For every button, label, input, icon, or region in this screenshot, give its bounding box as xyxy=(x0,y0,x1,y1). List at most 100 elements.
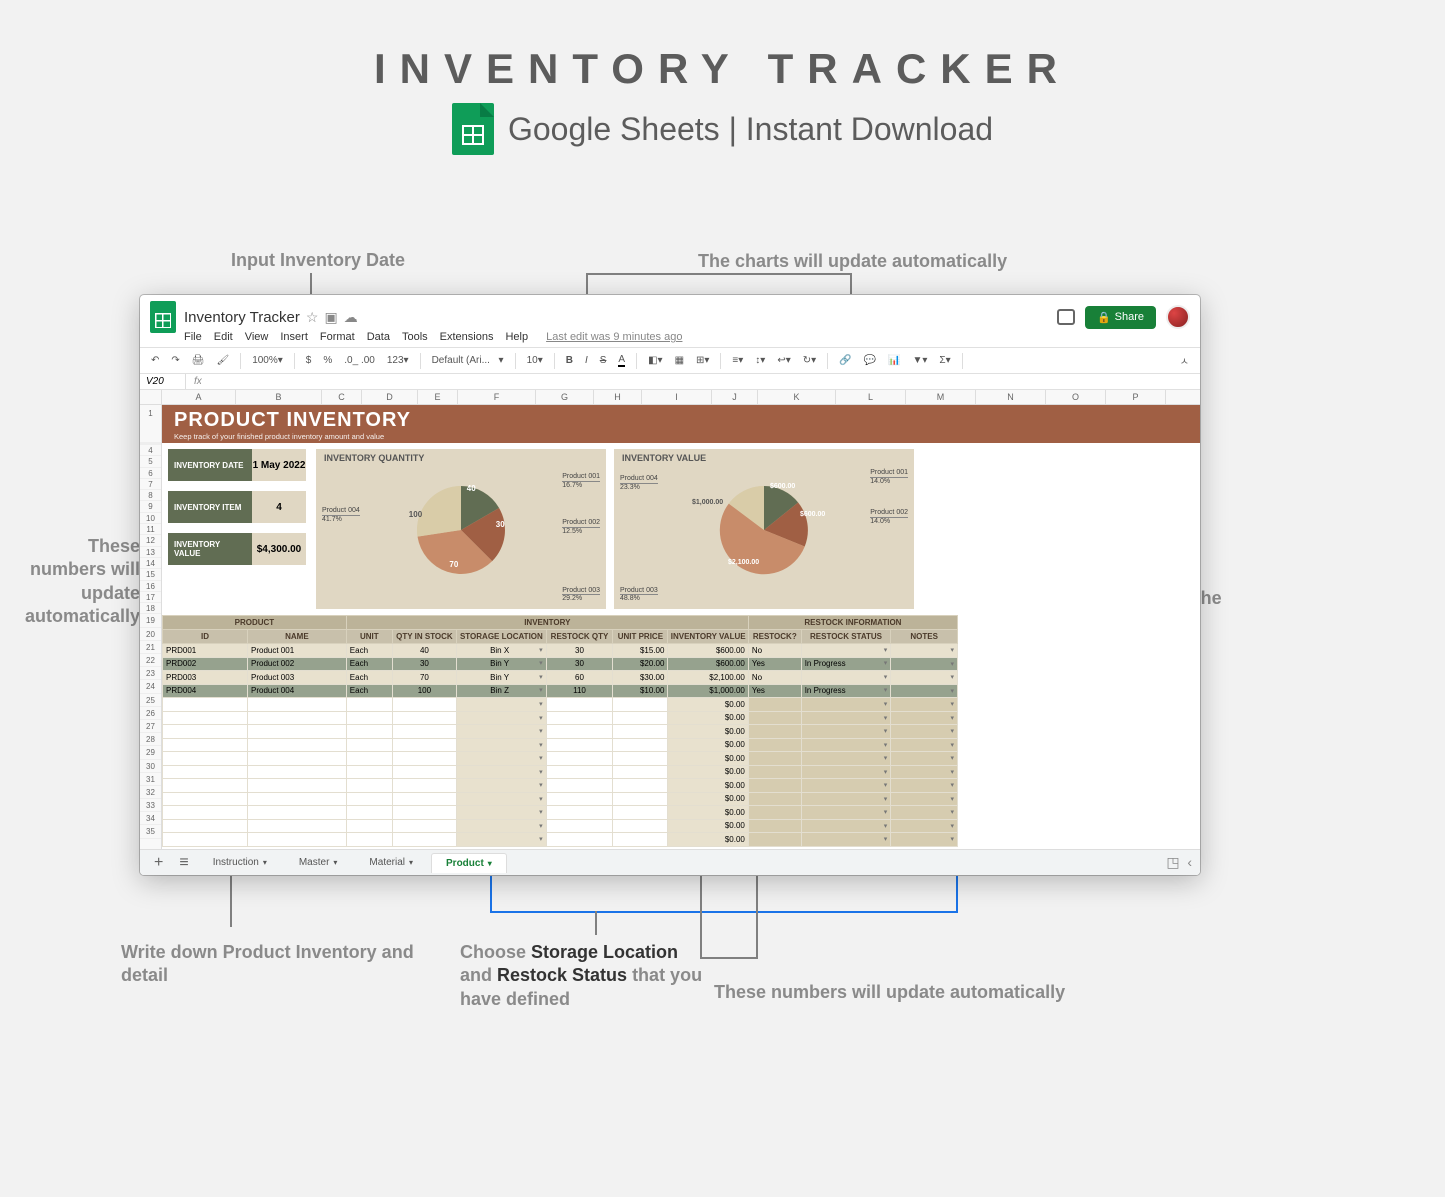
chart-inventory-value[interactable]: INVENTORY VALUE Product 00114.0% Pr xyxy=(614,449,914,609)
folder-icon[interactable]: ▣ xyxy=(324,309,337,326)
storage-location-select[interactable] xyxy=(457,765,547,779)
table-row-empty[interactable]: $0.00 xyxy=(163,738,958,752)
table-row-empty[interactable]: $0.00 xyxy=(163,779,958,793)
storage-location-select[interactable] xyxy=(457,738,547,752)
col-H[interactable]: H xyxy=(594,390,642,404)
menu-format[interactable]: Format xyxy=(320,331,355,343)
restock-status-select[interactable] xyxy=(801,765,891,779)
storage-location-select[interactable] xyxy=(457,819,547,833)
zoom-select[interactable]: 100% ▾ xyxy=(249,353,286,368)
header-cell[interactable]: RESTOCK? xyxy=(748,630,801,644)
inventory-table[interactable]: PRODUCT INVENTORY RESTOCK INFORMATION ID… xyxy=(162,615,958,847)
col-D[interactable]: D xyxy=(362,390,418,404)
document-title[interactable]: Inventory Tracker xyxy=(184,309,300,326)
col-B[interactable]: B xyxy=(236,390,322,404)
header-cell[interactable]: NOTES xyxy=(891,630,958,644)
restock-status-select[interactable] xyxy=(801,738,891,752)
comment-icon[interactable] xyxy=(1057,309,1075,325)
restock-status-select[interactable] xyxy=(801,819,891,833)
paint-format-button[interactable]: 🖌 xyxy=(213,353,232,368)
storage-location-select[interactable] xyxy=(457,792,547,806)
notes-cell[interactable] xyxy=(891,698,958,712)
menu-help[interactable]: Help xyxy=(505,331,528,343)
header-cell[interactable]: STORAGE LOCATION xyxy=(457,630,547,644)
table-row-empty[interactable]: $0.00 xyxy=(163,833,958,847)
header-cell[interactable]: RESTOCK STATUS xyxy=(801,630,891,644)
restock-status-select[interactable] xyxy=(801,725,891,739)
table-row[interactable]: PRD001Product 001Each 40 Bin X 30$15.00$… xyxy=(163,644,958,658)
col-K[interactable]: K xyxy=(758,390,836,404)
bold-button[interactable]: B xyxy=(563,353,576,368)
notes-cell[interactable] xyxy=(891,819,958,833)
collapse-toolbar-button[interactable]: ㅅ xyxy=(1177,351,1192,370)
header-cell[interactable]: ID xyxy=(163,630,248,644)
storage-location-select[interactable] xyxy=(457,711,547,725)
restock-status-select[interactable] xyxy=(801,806,891,820)
col-M[interactable]: M xyxy=(906,390,976,404)
fill-color-button[interactable]: ◧▾ xyxy=(645,353,665,368)
borders-button[interactable]: ▦ xyxy=(672,353,687,368)
tab-material[interactable]: Material▾ xyxy=(355,853,427,872)
notes-cell[interactable] xyxy=(891,738,958,752)
grid[interactable]: PRODUCT INVENTORY Keep track of your fin… xyxy=(162,405,1200,875)
notes-cell[interactable] xyxy=(891,657,958,671)
valign-button[interactable]: ↕▾ xyxy=(752,353,768,368)
font-select[interactable]: Default (Ari...▾ xyxy=(429,353,507,368)
filter-button[interactable]: ▼▾ xyxy=(909,353,930,368)
notes-cell[interactable] xyxy=(891,671,958,685)
menu-view[interactable]: View xyxy=(245,331,269,343)
tab-master[interactable]: Master▾ xyxy=(285,853,352,872)
link-button[interactable]: 🔗 xyxy=(836,353,854,368)
menu-tools[interactable]: Tools xyxy=(402,331,428,343)
italic-button[interactable]: I xyxy=(582,353,591,368)
table-row[interactable]: PRD003Product 003Each 70 Bin Y 60$30.00$… xyxy=(163,671,958,685)
restock-status-select[interactable] xyxy=(801,698,891,712)
percent-button[interactable]: % xyxy=(320,353,335,368)
storage-location-select[interactable] xyxy=(457,833,547,847)
undo-button[interactable]: ↶ xyxy=(148,353,162,368)
header-cell[interactable]: UNIT xyxy=(346,630,392,644)
storage-location-select[interactable] xyxy=(457,725,547,739)
restock-status-select[interactable] xyxy=(801,752,891,766)
restock-status-select[interactable] xyxy=(801,779,891,793)
text-color-button[interactable]: A xyxy=(615,352,628,369)
functions-button[interactable]: Σ▾ xyxy=(936,353,953,368)
decimal-buttons[interactable]: .0_ .00 xyxy=(341,353,378,368)
col-A[interactable]: A xyxy=(162,390,236,404)
storage-location-select[interactable] xyxy=(457,752,547,766)
add-sheet-button[interactable]: + xyxy=(148,854,169,872)
col-F[interactable]: F xyxy=(458,390,536,404)
notes-cell[interactable] xyxy=(891,684,958,698)
tab-product[interactable]: Product▾ xyxy=(431,853,507,873)
font-size-select[interactable]: 10 ▾ xyxy=(524,353,546,368)
menu-file[interactable]: File xyxy=(184,331,202,343)
notes-cell[interactable] xyxy=(891,806,958,820)
star-icon[interactable]: ☆ xyxy=(306,309,319,326)
menu-data[interactable]: Data xyxy=(367,331,390,343)
print-button[interactable]: 🖨 xyxy=(189,353,208,368)
share-button[interactable]: 🔒Share xyxy=(1085,306,1156,329)
col-O[interactable]: O xyxy=(1046,390,1106,404)
cloud-icon[interactable]: ☁ xyxy=(344,309,358,326)
header-cell[interactable]: RESTOCK QTY xyxy=(546,630,613,644)
explore-button[interactable]: ◳ xyxy=(1166,854,1179,870)
table-row-empty[interactable]: $0.00 xyxy=(163,806,958,820)
last-edit-link[interactable]: Last edit was 9 minutes ago xyxy=(546,331,682,343)
rotate-button[interactable]: ↻▾ xyxy=(800,353,819,368)
cell-reference[interactable]: V20 xyxy=(140,374,186,389)
notes-cell[interactable] xyxy=(891,725,958,739)
notes-cell[interactable] xyxy=(891,752,958,766)
table-row-empty[interactable]: $0.00 xyxy=(163,698,958,712)
storage-location-select[interactable] xyxy=(457,779,547,793)
wrap-button[interactable]: ↩▾ xyxy=(774,353,793,368)
redo-button[interactable]: ↷ xyxy=(168,353,182,368)
all-sheets-button[interactable]: ≡ xyxy=(173,854,194,872)
header-cell[interactable]: QTY IN STOCK xyxy=(392,630,456,644)
menu-edit[interactable]: Edit xyxy=(214,331,233,343)
table-row-empty[interactable]: $0.00 xyxy=(163,765,958,779)
col-I[interactable]: I xyxy=(642,390,712,404)
menu-insert[interactable]: Insert xyxy=(280,331,308,343)
notes-cell[interactable] xyxy=(891,644,958,658)
header-cell[interactable]: INVENTORY VALUE xyxy=(668,630,748,644)
table-row-empty[interactable]: $0.00 xyxy=(163,792,958,806)
